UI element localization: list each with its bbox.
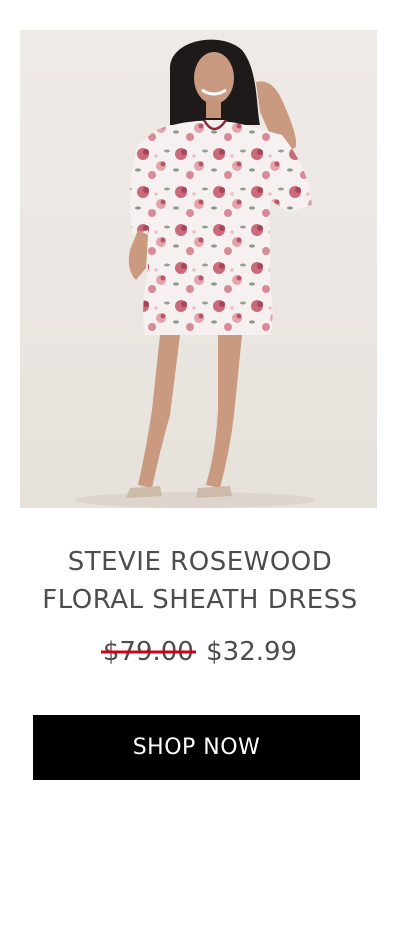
sale-price: $32.99 [206, 637, 298, 667]
price-row: $79.00 $32.99 [0, 634, 400, 670]
model-illustration [75, 39, 315, 508]
product-title[interactable]: STEVIE ROSEWOOD FLORAL SHEATH DRESS [0, 543, 400, 619]
shop-now-button[interactable]: SHOP NOW [33, 715, 360, 780]
product-title-line2: FLORAL SHEATH DRESS [42, 585, 358, 615]
product-photo[interactable] [20, 30, 377, 508]
product-title-line1: STEVIE ROSEWOOD [67, 547, 333, 577]
original-price: $79.00 [103, 634, 194, 670]
